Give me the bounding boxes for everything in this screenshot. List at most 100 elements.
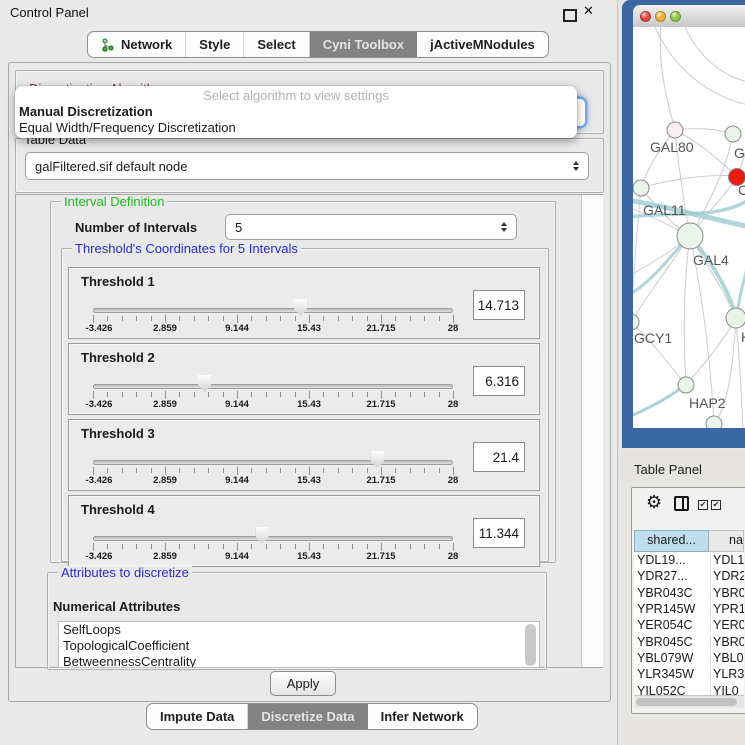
dropdown-option-equal-width-frequency-discretization[interactable]: Equal Width/Frequency Discretization [15, 120, 577, 136]
network-node-label: C [738, 182, 745, 198]
tab-network[interactable]: Network [88, 32, 186, 57]
table-panel-title: Table Panel [634, 462, 702, 477]
slider-tick-label: 2.859 [153, 551, 177, 562]
float-window-icon[interactable] [563, 9, 577, 22]
slider-tick-label: 15.43 [297, 551, 321, 562]
network-node[interactable] [677, 223, 703, 249]
slider-handle[interactable] [256, 527, 269, 544]
split-columns-icon[interactable] [674, 496, 689, 511]
cell-shared-name: YBL079W [634, 651, 710, 665]
table-row[interactable]: YER054CYER0 [634, 617, 744, 633]
attribute-list-item[interactable]: TopologicalCoefficient [59, 638, 539, 654]
slider-tick-label: 9.144 [225, 475, 249, 486]
slider-track[interactable] [93, 536, 453, 541]
column-header-shared-name[interactable]: shared... [634, 530, 709, 552]
horizontal-scrollbar-track[interactable] [634, 695, 744, 708]
threshold-label: Threshold 1 [81, 274, 155, 289]
cell-shared-name: YIL052C [634, 684, 710, 695]
checked-checkbox-icon[interactable]: ✔ [698, 500, 708, 510]
number-of-intervals-combobox[interactable]: 5 [225, 214, 517, 240]
table-row[interactable]: YDR27...YDR2 [634, 568, 744, 584]
threshold-value-field[interactable]: 21.4 [473, 442, 525, 472]
cell-shared-name: YBR045C [634, 635, 710, 649]
slider-tick-label: 9.144 [225, 551, 249, 562]
cell-name: YIL0 [710, 684, 744, 695]
slider-tick-label: 2.859 [153, 399, 177, 410]
network-node[interactable] [725, 126, 741, 142]
horizontal-scrollbar-thumb[interactable] [636, 698, 737, 706]
slider-track[interactable] [93, 384, 453, 389]
table-row[interactable]: YBR043CYBR0 [634, 585, 744, 601]
zoom-traffic-light-icon[interactable] [670, 11, 681, 22]
table-body: YDL19...YDL1YDR27...YDR2YBR043CYBR0YPR14… [634, 552, 744, 695]
network-canvas[interactable]: GAL80GACGAL11GAL4GCY1HHAP2 [633, 27, 745, 428]
table-row[interactable]: YIL052CYIL0 [634, 682, 744, 695]
cell-name: YER0 [710, 618, 744, 632]
network-node[interactable] [633, 180, 649, 196]
column-header-name[interactable]: na [709, 530, 744, 552]
table-row[interactable]: YPR145WYPR1 [634, 601, 744, 617]
slider-handle[interactable] [294, 299, 307, 316]
threshold-value-field[interactable]: 11.344 [473, 518, 525, 548]
settings-scroll-panel: Interval Definition Number of Intervals … [15, 194, 603, 668]
bottom-tab-bar: Impute Data Discretize Data Infer Network [146, 703, 478, 730]
tab-discretize-data[interactable]: Discretize Data [248, 704, 367, 729]
group-title-thresholds: Threshold's Coordinates for 5 Intervals [72, 242, 301, 255]
thresholds-group: Threshold's Coordinates for 5 Intervals … [61, 248, 549, 562]
slider-track[interactable] [93, 460, 453, 465]
close-icon[interactable]: ✕ [583, 4, 594, 19]
network-node-label: GAL11 [643, 202, 686, 218]
tab-style[interactable]: Style [186, 32, 244, 57]
slider-handle[interactable] [198, 375, 211, 392]
table-row[interactable]: YDL19...YDL1 [634, 552, 744, 568]
tab-jactivemnodules[interactable]: jActiveMNodules [417, 32, 548, 57]
network-graph: GAL80GACGAL11GAL4GCY1HHAP2 [633, 27, 745, 428]
tab-label: Impute Data [160, 709, 234, 724]
network-node[interactable] [706, 416, 722, 428]
slider-tick-label: 28 [448, 399, 459, 410]
network-node[interactable] [726, 308, 745, 328]
number-of-intervals-label: Number of Intervals [75, 220, 197, 235]
network-node[interactable] [678, 377, 694, 393]
minimize-traffic-light-icon[interactable] [655, 11, 666, 22]
cyni-toolbox-panel: Discretization Algorithm Select algorith… [8, 62, 611, 702]
network-edge [653, 27, 745, 105]
slider-handle[interactable] [371, 451, 384, 468]
dropdown-option-manual-discretization[interactable]: Manual Discretization [15, 104, 577, 120]
apply-button[interactable]: Apply [270, 671, 336, 696]
threshold-label: Threshold 4 [81, 502, 155, 517]
table-header-row: shared... na [634, 530, 744, 552]
tab-label: Discretize Data [261, 709, 354, 724]
cell-name: YLR3 [710, 667, 744, 681]
tab-cyni-toolbox[interactable]: Cyni Toolbox [310, 32, 417, 57]
threshold-value-field[interactable]: 6.316 [473, 366, 525, 396]
checked-checkbox-icon[interactable]: ✔ [711, 500, 721, 510]
network-node[interactable] [633, 314, 639, 330]
list-scrollbar-thumb[interactable] [525, 624, 536, 666]
network-node-label: GCY1 [634, 330, 672, 346]
cell-shared-name: YBR043C [634, 586, 710, 600]
table-data-combobox[interactable]: galFiltered.sif default node [25, 152, 589, 180]
tab-select[interactable]: Select [244, 32, 309, 57]
close-traffic-light-icon[interactable] [640, 11, 651, 22]
table-panel: ⚙ ✔ ✔ shared... na YDL19...YDL1YDR27...Y… [631, 487, 745, 714]
group-title-attributes: Attributes to discretize [58, 566, 192, 579]
slider-track[interactable] [93, 308, 453, 313]
dropdown-placeholder-option[interactable]: Select algorithm to view settings [15, 86, 577, 104]
network-node[interactable] [667, 122, 683, 138]
threshold-value-field[interactable]: 14.713 [473, 290, 525, 320]
attribute-list-item[interactable]: SelfLoops [59, 622, 539, 638]
cell-name: YDR2 [710, 569, 744, 583]
attribute-list-item[interactable]: BetweennessCentrality [59, 654, 539, 668]
tab-impute-data[interactable]: Impute Data [147, 704, 248, 729]
threshold-panel-1: Threshold 1-3.4262.8599.14415.4321.71528… [68, 267, 540, 339]
table-data-value: galFiltered.sif default node [35, 159, 187, 174]
tab-infer-network[interactable]: Infer Network [368, 704, 477, 729]
scrollbar-track[interactable] [581, 195, 603, 667]
table-row[interactable]: YBL079WYBL0 [634, 650, 744, 666]
table-row[interactable]: YBR045CYBR0 [634, 633, 744, 649]
table-row[interactable]: YLR345WYLR3 [634, 666, 744, 682]
slider-tick-label: 2.859 [153, 475, 177, 486]
gear-icon[interactable]: ⚙ [646, 492, 662, 513]
network-edge [684, 236, 690, 385]
